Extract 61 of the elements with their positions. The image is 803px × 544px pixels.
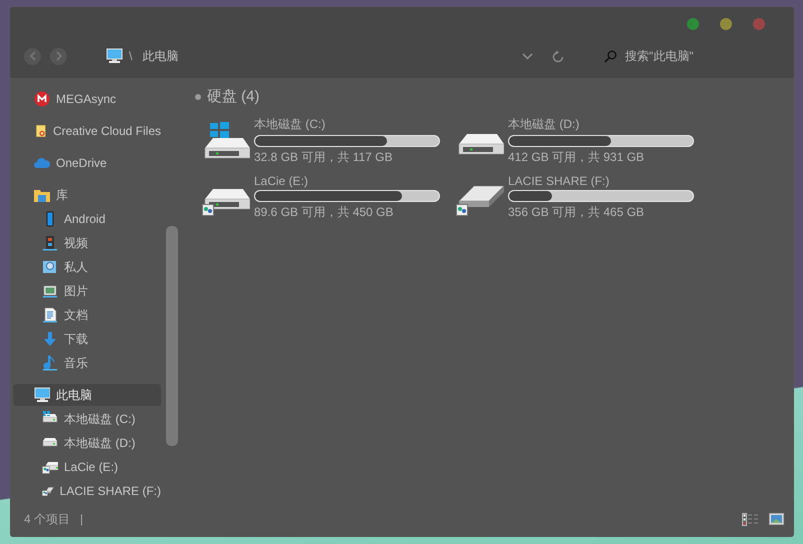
forward-button[interactable] <box>50 48 67 64</box>
address-path[interactable]: 此电脑 <box>142 48 178 64</box>
mega-icon <box>34 91 50 107</box>
sidebar-item[interactable]: 下载 <box>13 328 161 350</box>
sidebar-item[interactable]: OneDrive <box>13 152 161 174</box>
document-icon <box>42 307 58 323</box>
free-space-text: 356 GB 可用，共 465 GB <box>508 204 646 221</box>
sidebar-item[interactable]: 图片 <box>13 280 161 302</box>
close-button[interactable] <box>753 18 765 30</box>
sidebar-item[interactable]: MEGAsync <box>13 88 161 110</box>
sidebar-item[interactable]: 此电脑 <box>13 384 161 406</box>
free-space-text: 89.6 GB 可用，共 450 GB <box>254 204 394 221</box>
sidebar-item[interactable]: Android <box>13 208 161 230</box>
download-arrow-icon <box>42 331 58 347</box>
computer-icon <box>106 48 123 64</box>
free-space-text: 412 GB 可用，共 931 GB <box>508 149 646 166</box>
large-icons-view-icon[interactable] <box>769 513 784 525</box>
sidebar-item[interactable]: Creative Cloud Files <box>13 120 161 142</box>
group-header[interactable]: 硬盘 (4) <box>207 87 260 106</box>
path-separator: \ <box>129 49 132 63</box>
search-field[interactable]: 搜索"此电脑" <box>625 49 785 63</box>
free-space-text: 32.8 GB 可用，共 117 GB <box>254 149 394 166</box>
item-count: 4 个项目 <box>24 510 70 528</box>
picture-icon <box>42 283 58 299</box>
computer-icon <box>34 387 50 403</box>
back-button[interactable] <box>24 48 41 64</box>
maximize-button[interactable] <box>687 18 699 30</box>
search-icon <box>604 50 617 62</box>
sidebar-item[interactable]: 库 <box>13 184 161 206</box>
sidebar-item[interactable]: 视频 <box>13 232 161 254</box>
shared-drive-icon <box>42 459 58 475</box>
drive-tile[interactable]: LACIE SHARE (F:) 356 GB 可用，共 465 GB <box>456 174 710 221</box>
drive-tile[interactable]: 本地磁盘 (C:) 32.8 GB 可用，共 117 GB <box>202 116 456 166</box>
sidebar-item[interactable]: 私人 <box>13 256 161 278</box>
folder-icon <box>34 123 47 139</box>
sidebar-item[interactable]: 本地磁盘 (D:) <box>13 432 161 454</box>
chevron-right-icon <box>54 51 62 61</box>
drive-tile[interactable]: LaCie (E:) 89.6 GB 可用，共 450 GB <box>202 174 456 221</box>
drive-name: LaCie (E:) <box>254 174 310 188</box>
chevron-left-icon <box>28 51 36 61</box>
magnifier-folder-icon <box>42 259 58 275</box>
music-note-icon <box>42 355 58 371</box>
drive-tile[interactable]: 本地磁盘 (D:) 412 GB 可用，共 931 GB <box>456 116 710 166</box>
minimize-button[interactable] <box>720 18 732 30</box>
chevron-down-icon[interactable] <box>522 52 533 60</box>
details-view-icon[interactable] <box>742 512 759 526</box>
sidebar-item[interactable]: LaCie (E:) <box>13 456 161 478</box>
sidebar-item[interactable]: 文档 <box>13 304 161 326</box>
drive-name: LACIE SHARE (F:) <box>508 174 610 188</box>
drive-name: 本地磁盘 (D:) <box>508 116 580 133</box>
sidebar-item[interactable]: 本地磁盘 (C:) <box>13 408 161 430</box>
scrollbar-thumb[interactable] <box>166 226 178 446</box>
refresh-icon[interactable] <box>552 50 564 62</box>
sidebar-item[interactable]: LACIE SHARE (F:) <box>13 480 161 502</box>
bullet-icon <box>195 94 201 100</box>
sidebar-item[interactable]: 音乐 <box>13 352 161 374</box>
library-icon <box>34 187 50 203</box>
status-separator: | <box>80 512 84 526</box>
drive-name: 本地磁盘 (C:) <box>254 116 326 133</box>
video-icon <box>42 235 58 251</box>
cloud-icon <box>34 155 50 171</box>
